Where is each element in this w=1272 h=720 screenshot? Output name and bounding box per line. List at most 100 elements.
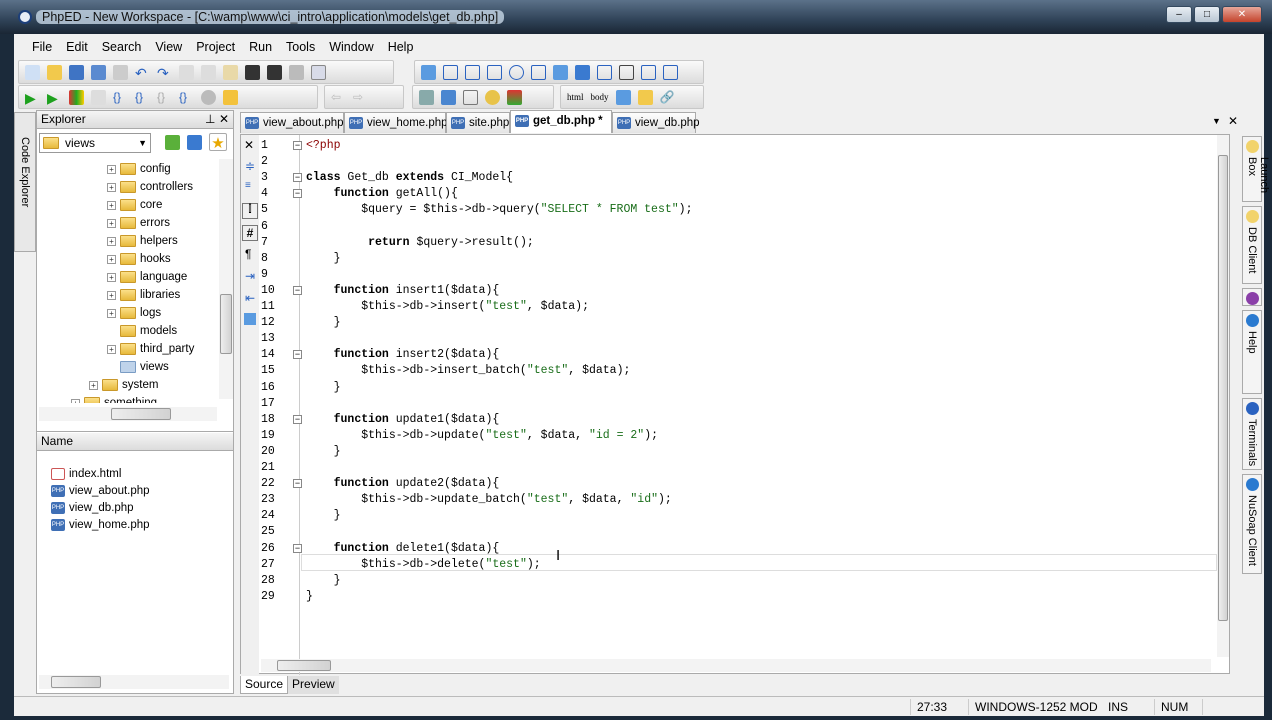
hand-icon[interactable] <box>223 89 238 105</box>
code-line[interactable]: } <box>306 589 313 605</box>
expand-icon[interactable]: + <box>107 164 116 174</box>
code-line[interactable]: function insert1($data){ <box>306 283 500 299</box>
save-all-icon[interactable] <box>91 64 106 80</box>
run-to-cursor-icon[interactable]: {} <box>179 90 194 105</box>
expand-icon[interactable]: + <box>107 344 116 354</box>
code-line[interactable]: $this->db->update("test", $data, "id = 2… <box>306 428 658 444</box>
replace-icon[interactable] <box>289 64 304 80</box>
code-line[interactable]: $this->db->update_batch("test", $data, "… <box>306 492 672 508</box>
tree-item-errors[interactable]: + errors <box>107 214 170 232</box>
code-line[interactable]: function getAll(){ <box>306 186 458 202</box>
expand-icon[interactable]: + <box>107 236 116 246</box>
fold-toggle-icon[interactable]: − <box>293 189 302 199</box>
menu-help[interactable]: Help <box>388 40 414 54</box>
list-icon[interactable] <box>553 64 568 80</box>
code-line[interactable]: function insert2($data){ <box>306 347 500 363</box>
run-icon[interactable]: ▶ <box>25 90 40 106</box>
tree-item-views[interactable]: views <box>107 358 169 376</box>
pin-icon[interactable]: ⊥ <box>205 111 215 128</box>
user-icon[interactable] <box>485 89 500 105</box>
file-item[interactable]: index.html <box>51 465 121 483</box>
code-line[interactable]: class Get_db extends CI_Model{ <box>306 170 513 186</box>
menu-view[interactable]: View <box>155 40 182 54</box>
explorer-close-icon[interactable]: ✕ <box>219 111 229 128</box>
code-line[interactable]: <?php <box>306 138 341 154</box>
close-tab-icon[interactable]: ✕ <box>1228 114 1238 128</box>
tree-item-logs[interactable]: + logs <box>107 304 161 322</box>
paste-icon[interactable] <box>223 64 238 80</box>
fold-toggle-icon[interactable]: − <box>293 414 302 424</box>
menu-run[interactable]: Run <box>249 40 272 54</box>
code-line[interactable]: function update2($data){ <box>306 476 500 492</box>
body-tag-button[interactable]: body <box>591 92 609 102</box>
file-item[interactable]: PHP view_home.php <box>51 516 150 534</box>
file-list-horizontal-scrollbar[interactable] <box>39 675 229 689</box>
back-icon[interactable]: ⇦ <box>331 90 346 105</box>
code-line[interactable]: } <box>306 315 341 331</box>
favorites-star-icon[interactable]: ★ <box>209 133 227 152</box>
image-icon[interactable] <box>615 89 631 105</box>
html-tag-button[interactable]: html <box>567 92 584 102</box>
pause-icon[interactable] <box>91 89 106 105</box>
tab-site.php[interactable]: PHP site.php <box>446 112 510 133</box>
input-icon[interactable] <box>443 64 458 80</box>
code-line[interactable]: function update1($data){ <box>306 412 500 428</box>
fold-toggle-icon[interactable]: − <box>293 141 302 150</box>
code-explorer-side-tab[interactable]: Code Explorer <box>14 112 36 252</box>
tab-preview[interactable]: Preview <box>288 676 339 694</box>
open-icon[interactable] <box>47 64 62 80</box>
folder-select[interactable]: views ▼ <box>39 133 151 153</box>
forward-icon[interactable]: ⇨ <box>353 90 368 105</box>
radio-icon[interactable] <box>509 64 524 80</box>
file-item[interactable]: PHP view_about.php <box>51 482 150 500</box>
submit-icon[interactable] <box>641 64 656 80</box>
debug-run-icon[interactable]: ▶ <box>47 90 62 106</box>
code-editor[interactable]: ✕ ≑ ≡ ⫿ # ¶ ⇥ ⇤ 1 <?php −2 3 class Get_db ex… <box>240 134 1230 675</box>
file-item[interactable]: PHP view_db.php <box>51 499 134 517</box>
panel-icon[interactable] <box>311 64 326 80</box>
find-next-icon[interactable] <box>267 64 282 80</box>
menu-search[interactable]: Search <box>102 40 142 54</box>
frame-icon[interactable] <box>637 89 653 105</box>
tree-item-libraries[interactable]: + libraries <box>107 286 180 304</box>
undo-icon[interactable]: ↶ <box>135 65 150 81</box>
tab-get_db.php[interactable]: PHP get_db.php * <box>510 110 612 133</box>
cut-icon[interactable] <box>179 64 194 80</box>
menu-edit[interactable]: Edit <box>66 40 88 54</box>
code-line[interactable]: } <box>306 573 341 589</box>
panel-terminals[interactable]: Terminals <box>1242 398 1262 470</box>
expand-icon[interactable]: + <box>107 182 116 192</box>
tree-item-controllers[interactable]: + controllers <box>107 178 193 196</box>
select-icon[interactable] <box>575 64 590 80</box>
tree-item-helpers[interactable]: + helpers <box>107 232 178 250</box>
table-icon[interactable] <box>465 64 480 80</box>
document-icon[interactable] <box>441 89 456 105</box>
panel-nusoap-client[interactable]: NuSoap Client <box>1242 474 1262 574</box>
code-line[interactable]: } <box>306 251 341 267</box>
copy-icon[interactable] <box>201 64 216 80</box>
link-icon[interactable]: 🔗 <box>660 90 675 105</box>
fold-toggle-icon[interactable]: − <box>293 543 302 553</box>
button-icon[interactable] <box>619 64 634 80</box>
expand-icon[interactable]: + <box>107 272 116 282</box>
find-icon[interactable] <box>245 64 260 80</box>
checkbox-icon[interactable] <box>487 64 502 80</box>
tab-view_db.php[interactable]: PHP view_db.php <box>612 112 700 133</box>
panel-help[interactable]: Help <box>1242 310 1262 394</box>
tree-item-something[interactable]: + something <box>71 394 157 403</box>
tree-item-system[interactable]: + system <box>89 376 158 394</box>
expand-icon[interactable]: + <box>89 380 98 390</box>
code-area[interactable]: 1 <?php −2 3 class Get_db extends CI_Model{−… <box>241 136 1211 656</box>
editor-horizontal-scrollbar[interactable] <box>261 659 1211 672</box>
menu-tools[interactable]: Tools <box>286 40 315 54</box>
panel-launch-box[interactable]: Launch Box <box>1242 136 1270 202</box>
panel-f[interactable] <box>1242 288 1262 306</box>
reset-icon[interactable] <box>663 64 678 80</box>
expand-icon[interactable]: + <box>71 398 80 403</box>
sync-icon[interactable] <box>187 135 202 150</box>
code-line[interactable]: $this->db->delete("test"); <box>306 557 540 573</box>
textarea-icon[interactable] <box>531 64 546 80</box>
fold-toggle-icon[interactable]: − <box>293 350 302 360</box>
close-button[interactable]: ✕ <box>1222 6 1262 23</box>
tree-horizontal-scrollbar[interactable] <box>39 407 217 421</box>
